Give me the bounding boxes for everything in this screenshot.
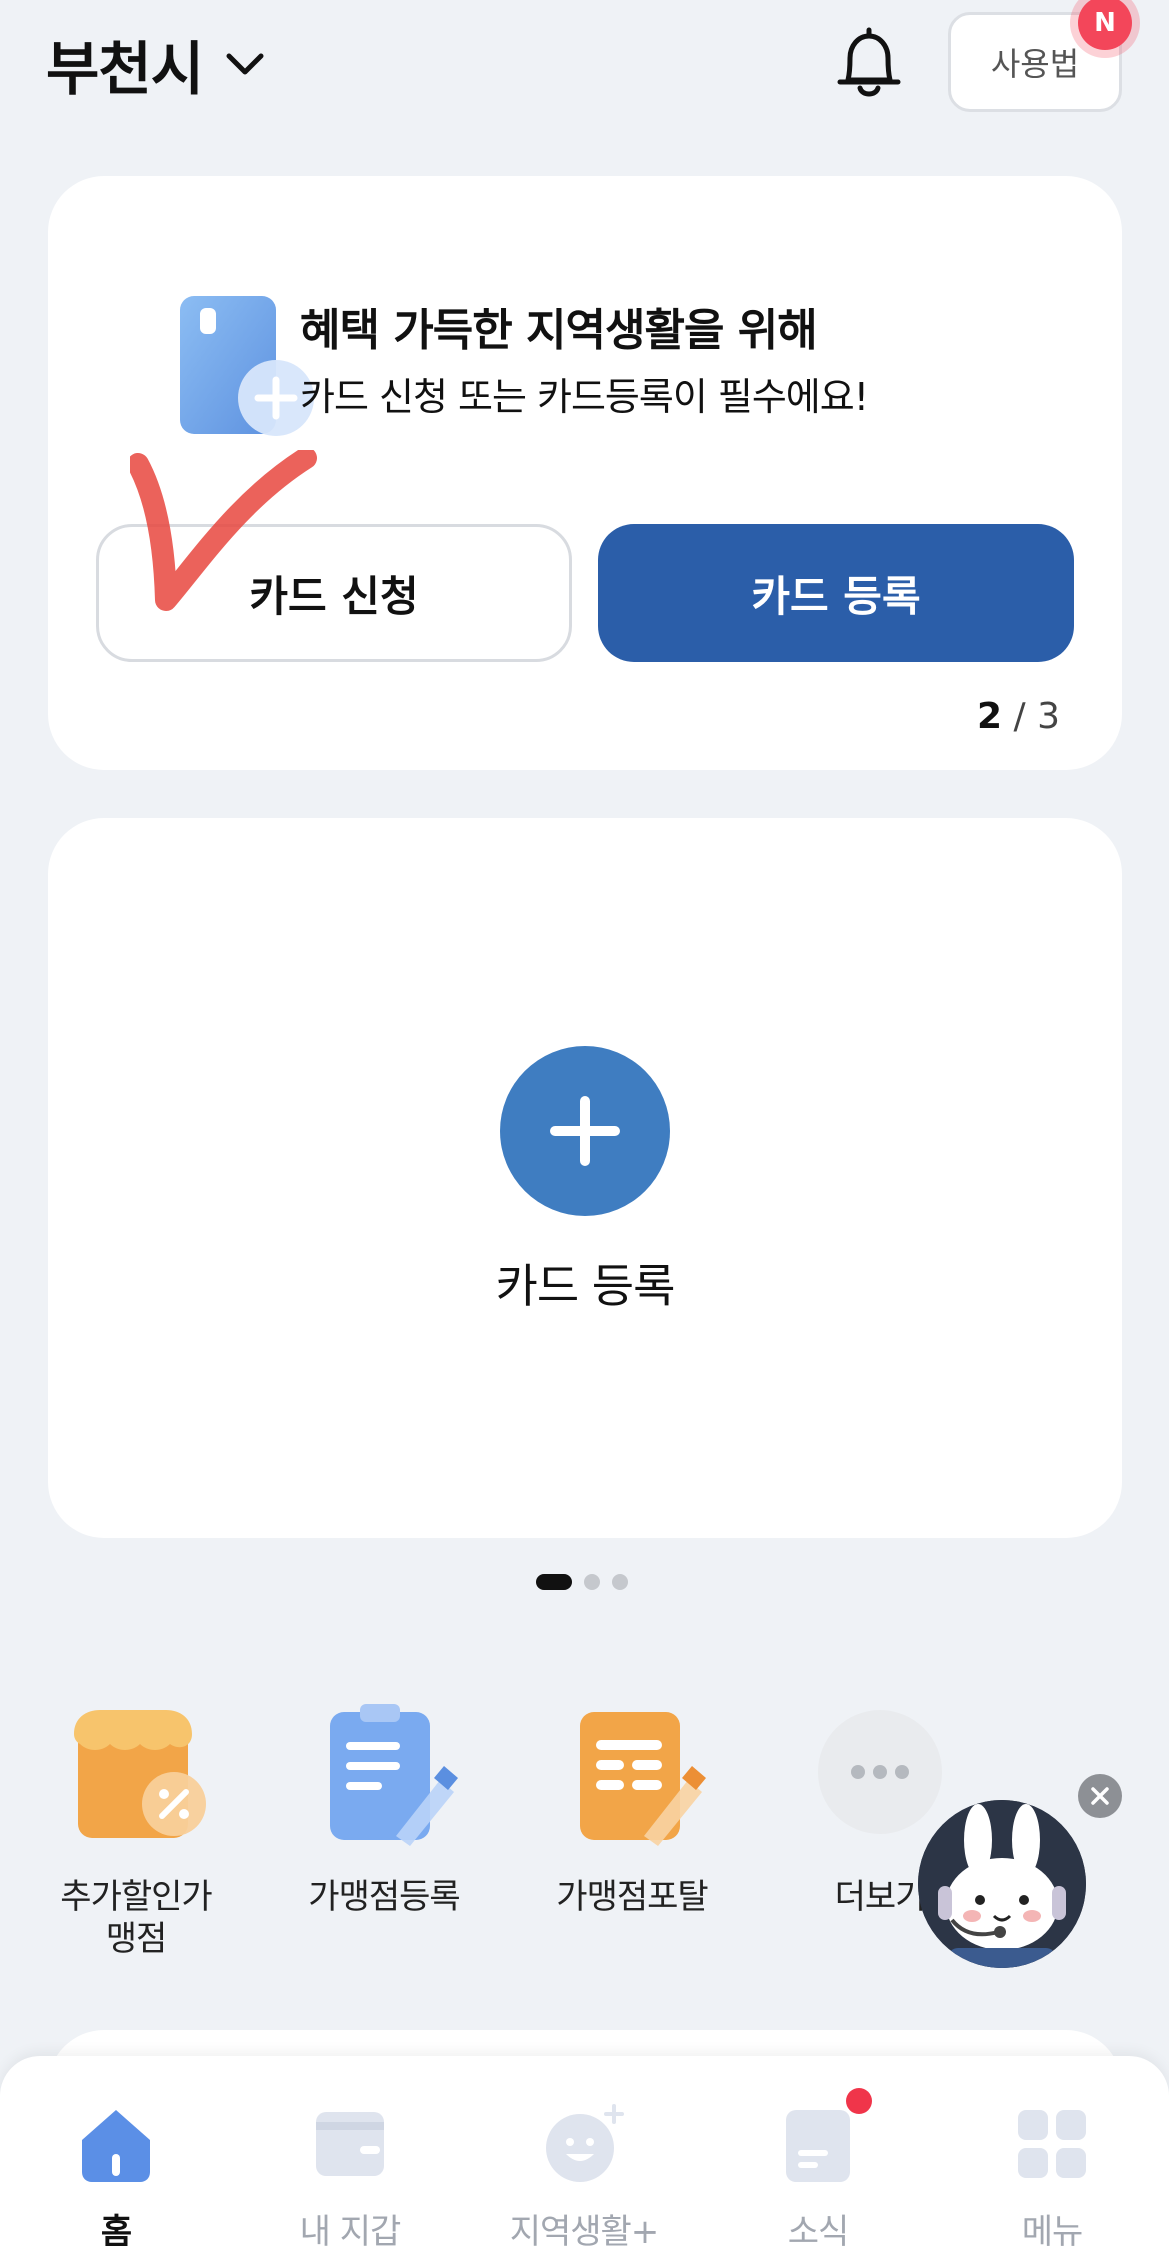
- chatbot-close-button[interactable]: [1078, 1774, 1122, 1818]
- nav-label: 소식: [787, 2212, 850, 2252]
- quick-item-label: 추가할인가 맹점: [60, 1877, 212, 1959]
- store-discount-icon: [74, 1710, 206, 1838]
- howto-label: 사용법: [990, 45, 1080, 83]
- add-card-label: 카드 등록: [495, 1259, 676, 1313]
- card-add-illustration-icon: [180, 296, 314, 436]
- carousel-dot: [612, 1574, 628, 1590]
- card-notice-title: 혜택 가득한 지역생활을 위해: [300, 305, 818, 356]
- nav-wallet[interactable]: 내 지갑: [250, 2102, 450, 2253]
- card-register-button[interactable]: 카드 등록: [598, 524, 1074, 662]
- quick-item-merchant-register[interactable]: 가맹점등록: [274, 1700, 494, 1918]
- pager-separator: /: [1013, 696, 1026, 737]
- nav-local-life[interactable]: 지역생활+: [484, 2102, 684, 2253]
- chatbot-button[interactable]: [918, 1800, 1086, 1968]
- nav-home[interactable]: 홈: [16, 2102, 216, 2253]
- carousel-dot-active: [536, 1574, 572, 1590]
- home-icon: [74, 2102, 158, 2186]
- city-selector[interactable]: 부천시: [46, 22, 269, 106]
- card-apply-button[interactable]: 카드 신청: [96, 524, 572, 662]
- nav-label: 지역생활+: [509, 2212, 660, 2252]
- card-apply-label: 카드 신청: [249, 571, 419, 621]
- add-card-button[interactable]: [500, 1046, 670, 1216]
- nav-label: 홈: [100, 2212, 132, 2252]
- new-badge: N: [1078, 0, 1132, 50]
- close-icon: [1091, 1787, 1109, 1805]
- chevron-down-icon: [226, 53, 264, 75]
- bottom-nav: 홈 내 지갑 지역생활+ 소식 메뉴: [0, 2056, 1169, 2260]
- nav-menu[interactable]: 메뉴: [952, 2102, 1152, 2253]
- quick-item-label: 가맹점포탈: [556, 1877, 708, 1917]
- clipboard-edit-icon: [330, 1704, 458, 1846]
- quick-item-label: 가맹점등록: [308, 1877, 460, 1917]
- card-register-label: 카드 등록: [751, 571, 921, 621]
- card-add-panel[interactable]: 카드 등록: [48, 818, 1122, 1538]
- pager-total: 3: [1037, 696, 1060, 737]
- app-header: 부천시 사용법 N: [0, 0, 1169, 150]
- news-badge-dot: [846, 2088, 872, 2114]
- wallet-icon: [308, 2102, 392, 2186]
- nav-label: 내 지갑: [299, 2212, 402, 2252]
- bell-icon[interactable]: [834, 22, 904, 102]
- news-icon: [776, 2088, 872, 2186]
- card-notice-subtitle: 카드 신청 또는 카드등록이 필수에요!: [300, 375, 869, 419]
- card-pager: 2 / 3: [977, 696, 1060, 737]
- pager-current: 2: [976, 696, 1003, 737]
- portal-edit-icon: [580, 1712, 706, 1846]
- card-required-notice: 혜택 가득한 지역생활을 위해 카드 신청 또는 카드등록이 필수에요! 카드 …: [48, 176, 1122, 770]
- rabbit-mascot-icon: [918, 1800, 1086, 1968]
- plus-icon: [550, 1096, 620, 1166]
- nav-label: 메뉴: [1021, 2212, 1084, 2252]
- carousel-indicator: [536, 1574, 628, 1590]
- carousel-dot: [584, 1574, 600, 1590]
- more-dots-icon: [818, 1710, 942, 1834]
- city-name: 부천시: [46, 35, 204, 103]
- menu-grid-icon: [1010, 2102, 1094, 2186]
- smile-plus-icon: [542, 2102, 626, 2186]
- nav-news[interactable]: 소식: [718, 2088, 918, 2253]
- quick-item-discount-store[interactable]: 추가할인가 맹점: [26, 1700, 246, 1960]
- quick-item-merchant-portal[interactable]: 가맹점포탈: [522, 1700, 742, 1918]
